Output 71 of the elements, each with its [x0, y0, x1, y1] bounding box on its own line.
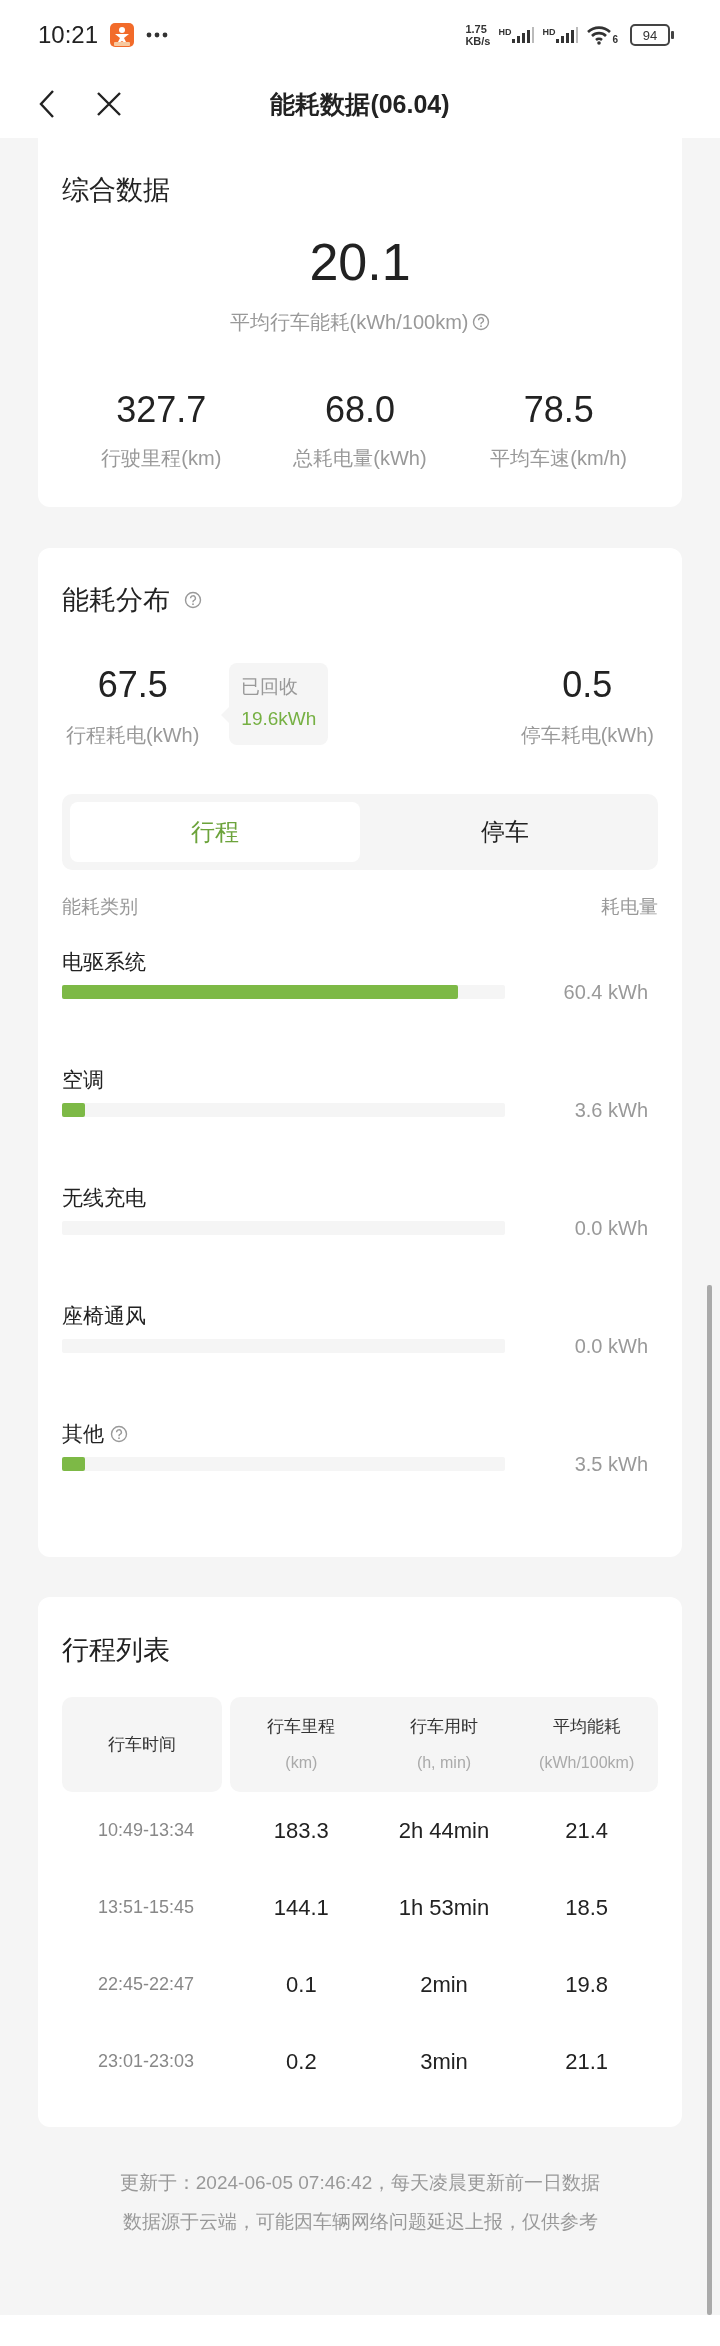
wifi-icon	[586, 25, 613, 45]
section-title: 综合数据	[62, 174, 171, 207]
energy-value: 20.1	[308, 232, 412, 292]
category-name: 无线充电	[62, 1185, 146, 1211]
table-cell: 2min	[420, 1971, 468, 1998]
footer-note: 更新于：2024-06-05 07:46:42，每天凌晨更新前一日数据	[119, 2171, 601, 2195]
page-title: 能耗数据(06.04)	[270, 88, 450, 120]
stat-value: 78.5	[523, 388, 594, 432]
table-cell: 1h 53min	[398, 1894, 490, 1921]
tab[interactable]: 停车	[360, 802, 650, 862]
network-unit: KB/s	[465, 35, 491, 47]
stat-value: 327.7	[116, 388, 207, 432]
column-unit: (kWh/100km)	[539, 1752, 635, 1773]
energy-amount: 3.5 kWh	[574, 1452, 648, 1476]
clock-text: 10:21	[38, 21, 99, 49]
more-icon	[146, 32, 169, 38]
table-cell: 21.4	[565, 1817, 609, 1844]
table-cell: 0.1	[286, 1971, 317, 1998]
energy-amount: 0.0 kWh	[574, 1216, 648, 1240]
table-cell: 144.1	[273, 1894, 329, 1921]
column-unit: (km)	[285, 1752, 318, 1773]
column-header: 行车用时	[410, 1715, 478, 1738]
section-title: 能耗分布	[62, 584, 170, 617]
energy-amount: 3.6 kWh	[574, 1098, 648, 1122]
table-cell: 183.3	[273, 1817, 329, 1844]
stat-label: 平均车速(km/h)	[490, 446, 627, 471]
header-cell: 行车时间	[62, 1697, 222, 1792]
hd-label: HD	[498, 27, 512, 37]
stat-label: 行驶里程(km)	[101, 446, 222, 471]
stat-label: 总耗电量(kWh)	[293, 446, 427, 471]
wifi-label: 6	[612, 34, 618, 45]
table-cell: 3min	[420, 2048, 468, 2075]
category-name: 其他	[62, 1421, 104, 1447]
table-cell: 2h 44min	[398, 1817, 490, 1844]
help-icon	[472, 313, 491, 331]
app-icon	[110, 23, 135, 47]
energy-label: 平均行车能耗(kWh/100km)	[229, 310, 469, 335]
signal-icon	[512, 27, 535, 43]
column-header: 平均能耗	[552, 1715, 621, 1738]
recovered-label: 已回收	[241, 675, 300, 699]
energy-amount: 0.0 kWh	[574, 1334, 648, 1358]
category-name: 电驱系统	[62, 949, 146, 975]
help-icon	[184, 591, 202, 609]
table-cell: 21.1	[565, 2048, 609, 2075]
signal-icon	[556, 27, 579, 43]
energy-amount: 60.4 kWh	[563, 980, 648, 1004]
category-name: 空调	[62, 1067, 104, 1093]
network-speed: 1.75	[465, 23, 488, 35]
recovered-value: 19.6kWh	[241, 707, 317, 731]
stat-label: 行程耗电(kWh)	[66, 723, 200, 748]
hd-label: HD	[542, 27, 556, 37]
footer-note: 数据源于云端，可能因车辆网络问题延迟上报，仅供参考	[122, 2210, 598, 2234]
table-cell: 13:51-15:45	[97, 1897, 195, 1918]
section-title: 行程列表	[62, 1634, 171, 1667]
table-cell: 0.2	[286, 2048, 317, 2075]
category-name: 座椅通风	[62, 1303, 146, 1329]
back-button[interactable]	[38, 89, 56, 119]
stat-value: 68.0	[324, 388, 396, 432]
stat-value: 0.5	[562, 663, 613, 707]
table-cell: 23:01-23:03	[97, 2051, 195, 2072]
table-cell: 10:49-13:34	[97, 1820, 195, 1841]
stat-label: 停车耗电(kWh)	[520, 723, 654, 748]
column-header: 耗电量	[601, 895, 658, 919]
column-unit: (h, min)	[416, 1752, 472, 1773]
column-header: 能耗类别	[62, 895, 138, 919]
column-header: 行车里程	[267, 1715, 336, 1738]
stat-value: 67.5	[97, 663, 168, 707]
table-cell: 18.5	[565, 1894, 609, 1921]
close-button[interactable]	[96, 91, 122, 117]
table-cell: 22:45-22:47	[97, 1974, 195, 1995]
table-cell: 19.8	[565, 1971, 609, 1998]
